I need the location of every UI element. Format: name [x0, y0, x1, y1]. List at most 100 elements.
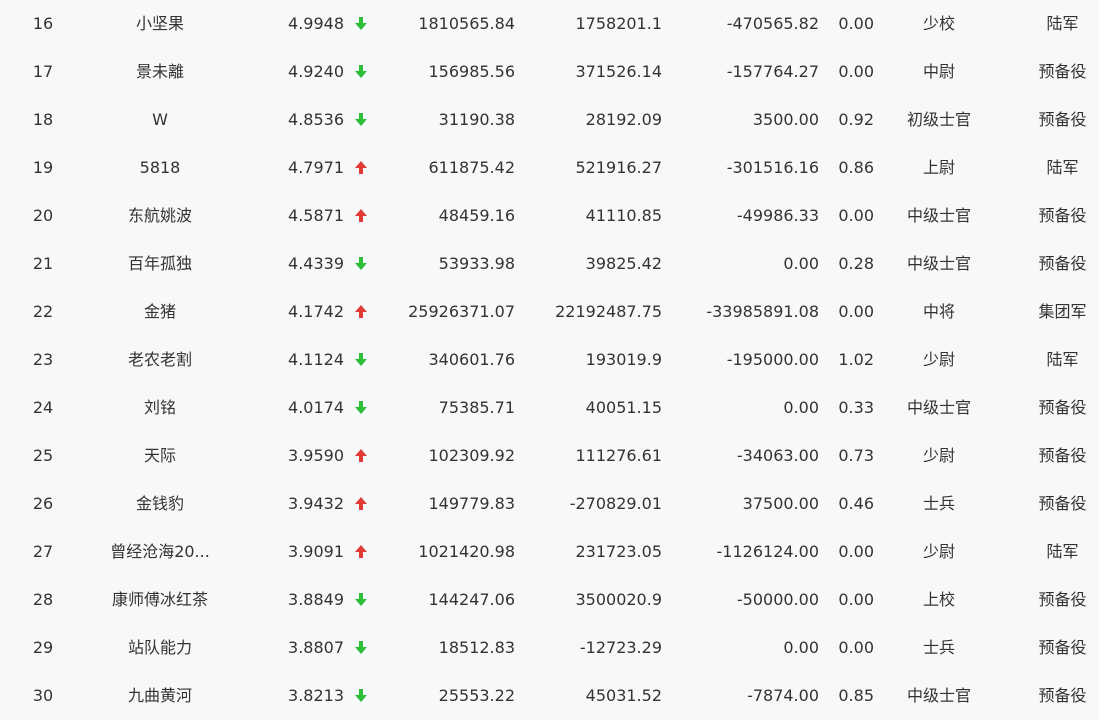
value-3: 0.00 [783, 638, 819, 657]
table-row[interactable]: 30 九曲黄河 3.8213 25553.22 45031.52 -7874.00 0.85… [0, 672, 1099, 720]
value-1: 53933.98 [438, 254, 515, 273]
value-3: -50000.00 [736, 590, 819, 609]
value-3: -195000.00 [726, 350, 819, 369]
unit-name: 预备役 [1038, 398, 1087, 417]
table-row[interactable]: 16 小坚果 4.9948 1810565.84 1758201.1 -470565.82… [0, 0, 1099, 48]
score-value: 3.9590 [288, 446, 344, 465]
rank-title: 上校 [922, 590, 955, 609]
unit-name: 预备役 [1038, 206, 1087, 225]
value-3: -33985891.08 [706, 302, 819, 321]
value-1: 75385.71 [438, 398, 515, 417]
value-1: 149779.83 [428, 494, 515, 513]
value-3: -49986.33 [736, 206, 819, 225]
ratio-value: 0.46 [838, 494, 874, 513]
rank-title: 中级士官 [906, 206, 971, 225]
score-value: 4.1742 [288, 302, 344, 321]
value-3: -157764.27 [726, 62, 819, 81]
value-1: 25553.22 [438, 686, 515, 705]
value-2: 28192.09 [585, 110, 662, 129]
score-value: 4.5871 [288, 206, 344, 225]
ratio-value: 0.00 [838, 590, 874, 609]
value-1: 25926371.07 [408, 302, 515, 321]
unit-name: 预备役 [1038, 590, 1087, 609]
ratio-value: 0.00 [838, 302, 874, 321]
arrow-up-icon [349, 192, 373, 240]
table-row[interactable]: 22 金猪 4.1742 25926371.07 22192487.75 -3398589… [0, 288, 1099, 336]
rank-title: 士兵 [922, 494, 955, 513]
ratio-value: 0.28 [838, 254, 874, 273]
ratio-value: 0.00 [838, 62, 874, 81]
table-row[interactable]: 17 景未離 4.9240 156985.56 371526.14 -157764.27 0… [0, 48, 1099, 96]
table-row[interactable]: 18 W 4.8536 31190.38 28192.09 3500.00 0.92 初级士官… [0, 96, 1099, 144]
unit-name: 集团军 [1038, 302, 1087, 321]
unit-name: 预备役 [1038, 110, 1087, 129]
score-value: 4.9240 [288, 62, 344, 81]
ranking-table: 16 小坚果 4.9948 1810565.84 1758201.1 -470565.82… [0, 0, 1099, 717]
value-1: 1021420.98 [418, 542, 515, 561]
value-2: 40051.15 [585, 398, 662, 417]
unit-name: 陆军 [1046, 542, 1079, 561]
value-3: 0.00 [783, 398, 819, 417]
value-3: -34063.00 [736, 446, 819, 465]
unit-name: 预备役 [1038, 686, 1087, 705]
table-row[interactable]: 26 金钱豹 3.9432 149779.83 -270829.01 37500.00 0.… [0, 480, 1099, 528]
arrow-down-icon [349, 48, 373, 96]
rank-cell: 30 [32, 686, 54, 705]
table-row[interactable]: 21 百年孤独 4.4339 53933.98 39825.42 0.00 0.28 中级士官… [0, 240, 1099, 288]
rank-title: 中级士官 [906, 398, 971, 417]
rank-cell: 22 [32, 302, 54, 321]
arrow-down-icon [349, 384, 373, 432]
arrow-down-icon [349, 240, 373, 288]
rank-cell: 27 [32, 542, 54, 561]
unit-name: 预备役 [1038, 446, 1087, 465]
table-row[interactable]: 23 老农老割 4.1124 340601.76 193019.9 -195000.00 1… [0, 336, 1099, 384]
user-name: 站队能力 [127, 638, 192, 657]
rank-title: 中尉 [922, 62, 955, 81]
table-row[interactable]: 24 刘铭 4.0174 75385.71 40051.15 0.00 0.33 中级士官 预备… [0, 384, 1099, 432]
table-row[interactable]: 25 天际 3.9590 102309.92 111276.61 -34063.00 0.7… [0, 432, 1099, 480]
arrow-up-icon [349, 432, 373, 480]
rank-title: 中级士官 [906, 254, 971, 273]
score-value: 3.9091 [288, 542, 344, 561]
user-name: 金猪 [143, 302, 176, 321]
user-name: 百年孤独 [127, 254, 192, 273]
ratio-value: 0.00 [838, 14, 874, 33]
rank-cell: 21 [32, 254, 54, 273]
rank-cell: 26 [32, 494, 54, 513]
arrow-down-icon [349, 672, 373, 720]
value-1: 611875.42 [428, 158, 515, 177]
unit-name: 预备役 [1038, 254, 1087, 273]
value-2: 1758201.1 [575, 14, 662, 33]
rank-cell: 28 [32, 590, 54, 609]
table-row[interactable]: 27 曾经沧海20... 3.9091 1021420.98 231723.05 -112… [0, 528, 1099, 576]
rank-title: 少尉 [922, 542, 955, 561]
unit-name: 预备役 [1038, 638, 1087, 657]
user-name: 小坚果 [135, 14, 184, 33]
value-1: 31190.38 [438, 110, 515, 129]
rank-cell: 18 [32, 110, 54, 129]
value-1: 18512.83 [438, 638, 515, 657]
rank-cell: 25 [32, 446, 54, 465]
table-row[interactable]: 28 康师傅冰红茶 3.8849 144247.06 3500020.9 -50000.0… [0, 576, 1099, 624]
value-1: 144247.06 [428, 590, 515, 609]
ratio-value: 0.00 [838, 206, 874, 225]
table-row[interactable]: 29 站队能力 3.8807 18512.83 -12723.29 0.00 0.00 士兵 预… [0, 624, 1099, 672]
score-value: 4.4339 [288, 254, 344, 273]
arrow-down-icon [349, 0, 373, 48]
arrow-up-icon [349, 528, 373, 576]
score-value: 3.8849 [288, 590, 344, 609]
rank-cell: 23 [32, 350, 54, 369]
unit-name: 预备役 [1038, 494, 1087, 513]
score-value: 3.8213 [288, 686, 344, 705]
user-name: 曾经沧海20... [110, 542, 210, 561]
arrow-up-icon [349, 288, 373, 336]
user-name: 景未離 [135, 62, 184, 81]
table-row[interactable]: 20 东航姚波 4.5871 48459.16 41110.85 -49986.33 0.0… [0, 192, 1099, 240]
value-3: -1126124.00 [716, 542, 819, 561]
rank-cell: 17 [32, 62, 54, 81]
value-3: 3500.00 [752, 110, 819, 129]
ratio-value: 0.00 [838, 542, 874, 561]
user-name: 金钱豹 [135, 494, 184, 513]
table-row[interactable]: 19 5818 4.7971 611875.42 521916.27 -301516.16… [0, 144, 1099, 192]
ratio-value: 0.86 [838, 158, 874, 177]
